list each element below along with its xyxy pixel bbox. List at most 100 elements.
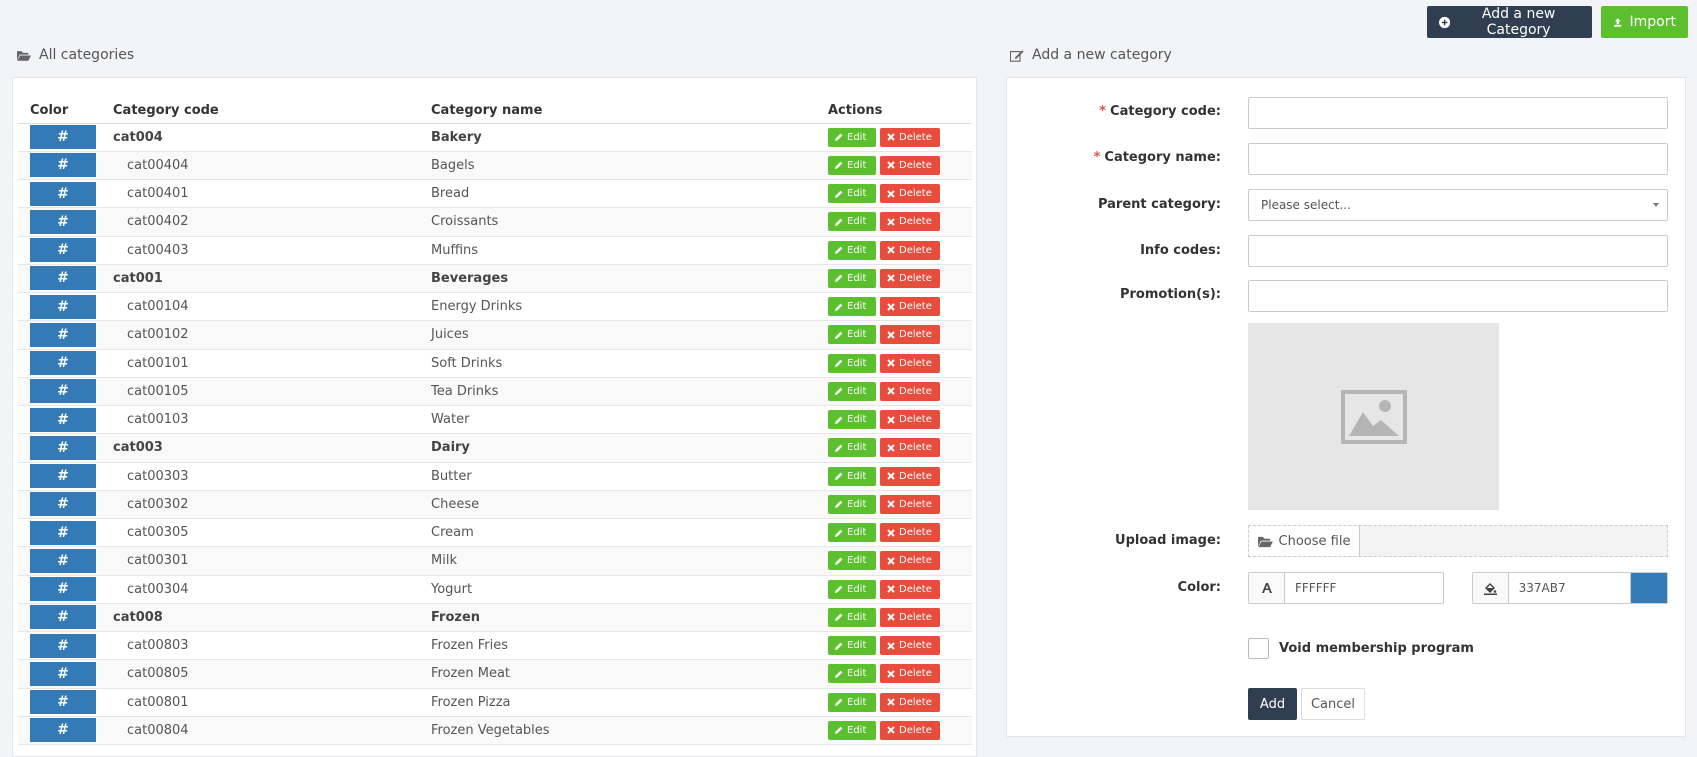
category-color-swatch[interactable]: # — [30, 605, 96, 630]
delete-button[interactable]: Delete — [880, 466, 940, 486]
delete-button[interactable]: Delete — [880, 523, 940, 543]
category-color-swatch[interactable]: # — [30, 520, 96, 545]
delete-button[interactable]: Delete — [880, 551, 940, 571]
edit-button[interactable]: Edit — [828, 438, 876, 458]
delete-button[interactable]: Delete — [880, 607, 940, 627]
edit-button[interactable]: Edit — [828, 155, 876, 175]
category-color-swatch[interactable]: # — [30, 181, 96, 206]
background-color-field[interactable]: 337AB7 — [1472, 572, 1668, 604]
edit-button[interactable]: Edit — [828, 325, 876, 345]
choose-file-button[interactable]: Choose file — [1249, 526, 1360, 556]
delete-button[interactable]: Delete — [880, 720, 940, 740]
category-color-swatch[interactable]: # — [30, 577, 96, 602]
delete-button[interactable]: Delete — [880, 636, 940, 656]
category-code-label: * Category code: — [1099, 104, 1221, 119]
delete-button[interactable]: Delete — [880, 353, 940, 373]
parent-category-select[interactable]: Please select... — [1248, 189, 1668, 221]
delete-button[interactable]: Delete — [880, 212, 940, 232]
edit-button[interactable]: Edit — [828, 523, 876, 543]
category-color-swatch[interactable]: # — [30, 690, 96, 715]
edit-button[interactable]: Edit — [828, 636, 876, 656]
delete-button[interactable]: Delete — [880, 579, 940, 599]
category-color-swatch[interactable]: # — [30, 238, 96, 263]
category-name-input[interactable] — [1248, 143, 1668, 175]
delete-button[interactable]: Delete — [880, 664, 940, 684]
add-category-form: * Category code: * Category name: Parent c… — [1006, 77, 1686, 737]
table-row: # cat00803 Frozen Fries Edit Delete — [18, 631, 972, 661]
category-code-cell: cat008 — [113, 603, 431, 633]
void-membership-checkbox[interactable] — [1248, 638, 1269, 659]
edit-button[interactable]: Edit — [828, 127, 876, 147]
category-color-swatch[interactable]: # — [30, 153, 96, 178]
color-swatch[interactable] — [1630, 573, 1667, 603]
delete-button[interactable]: Delete — [880, 184, 940, 204]
edit-button[interactable]: Edit — [828, 551, 876, 571]
edit-button[interactable]: Edit — [828, 466, 876, 486]
category-color-swatch[interactable]: # — [30, 266, 96, 291]
category-color-swatch[interactable]: # — [30, 435, 96, 460]
delete-button[interactable]: Delete — [880, 240, 940, 260]
delete-button[interactable]: Delete — [880, 268, 940, 288]
category-code: cat00303 — [127, 468, 189, 484]
delete-button[interactable]: Delete — [880, 438, 940, 458]
edit-button[interactable]: Edit — [828, 607, 876, 627]
delete-button[interactable]: Delete — [880, 297, 940, 317]
edit-button[interactable]: Edit — [828, 579, 876, 599]
category-color-swatch[interactable]: # — [30, 661, 96, 686]
table-row: # cat00302 Cheese Edit Delete — [18, 490, 972, 520]
edit-button[interactable]: Edit — [828, 184, 876, 204]
add-new-category-button[interactable]: Add a new Category — [1427, 6, 1592, 38]
category-code: cat00402 — [127, 214, 189, 230]
table-row: # cat00102 Juices Edit Delete — [18, 320, 972, 350]
category-code-cell: cat00804 — [113, 716, 431, 746]
edit-button[interactable]: Edit — [828, 692, 876, 712]
all-categories-title: All categories — [17, 47, 134, 63]
category-color-swatch[interactable]: # — [30, 633, 96, 658]
pencil-icon — [835, 613, 843, 622]
folder-open-icon — [1257, 536, 1273, 547]
delete-button[interactable]: Delete — [880, 494, 940, 514]
edit-button[interactable]: Edit — [828, 268, 876, 288]
delete-button[interactable]: Delete — [880, 381, 940, 401]
import-button[interactable]: Import — [1601, 6, 1688, 38]
pencil-icon — [835, 331, 843, 339]
category-color-swatch[interactable]: # — [30, 294, 96, 319]
edit-button[interactable]: Edit — [828, 297, 876, 317]
edit-button[interactable]: Edit — [828, 410, 876, 430]
upload-image-field[interactable]: Choose file — [1248, 525, 1668, 557]
category-color-swatch[interactable]: # — [30, 379, 96, 404]
category-color-swatch[interactable]: # — [30, 322, 96, 347]
category-code-cell: cat00105 — [113, 377, 431, 407]
category-color-swatch[interactable]: # — [30, 407, 96, 432]
category-color-swatch[interactable]: # — [30, 492, 96, 517]
promotions-input[interactable] — [1248, 280, 1668, 312]
category-color-swatch[interactable]: # — [30, 548, 96, 573]
info-codes-input[interactable] — [1248, 235, 1668, 267]
table-row: # cat004 Bakery Edit Delete — [18, 123, 972, 152]
delete-button[interactable]: Delete — [880, 410, 940, 430]
edit-button[interactable]: Edit — [828, 240, 876, 260]
edit-button[interactable]: Edit — [828, 664, 876, 684]
category-color-swatch[interactable]: # — [30, 464, 96, 489]
category-code-input[interactable] — [1248, 97, 1668, 129]
edit-button[interactable]: Edit — [828, 381, 876, 401]
text-color-field[interactable]: FFFFFF — [1248, 572, 1444, 604]
add-button[interactable]: Add — [1248, 688, 1297, 720]
delete-button[interactable]: Delete — [880, 127, 940, 147]
category-code-cell: cat003 — [113, 433, 431, 463]
delete-button[interactable]: Delete — [880, 155, 940, 175]
category-name-cell: Frozen — [431, 603, 828, 633]
category-color-swatch[interactable]: # — [30, 718, 96, 743]
category-color-swatch[interactable]: # — [30, 209, 96, 234]
category-color-swatch[interactable]: # — [30, 125, 96, 150]
edit-button[interactable]: Edit — [828, 353, 876, 373]
category-code-cell: cat00403 — [113, 236, 431, 265]
cancel-button[interactable]: Cancel — [1301, 688, 1365, 720]
delete-button[interactable]: Delete — [880, 325, 940, 345]
close-icon — [887, 444, 895, 452]
category-color-swatch[interactable]: # — [30, 351, 96, 376]
edit-button[interactable]: Edit — [828, 212, 876, 232]
delete-button[interactable]: Delete — [880, 692, 940, 712]
edit-button[interactable]: Edit — [828, 494, 876, 514]
edit-button[interactable]: Edit — [828, 720, 876, 740]
